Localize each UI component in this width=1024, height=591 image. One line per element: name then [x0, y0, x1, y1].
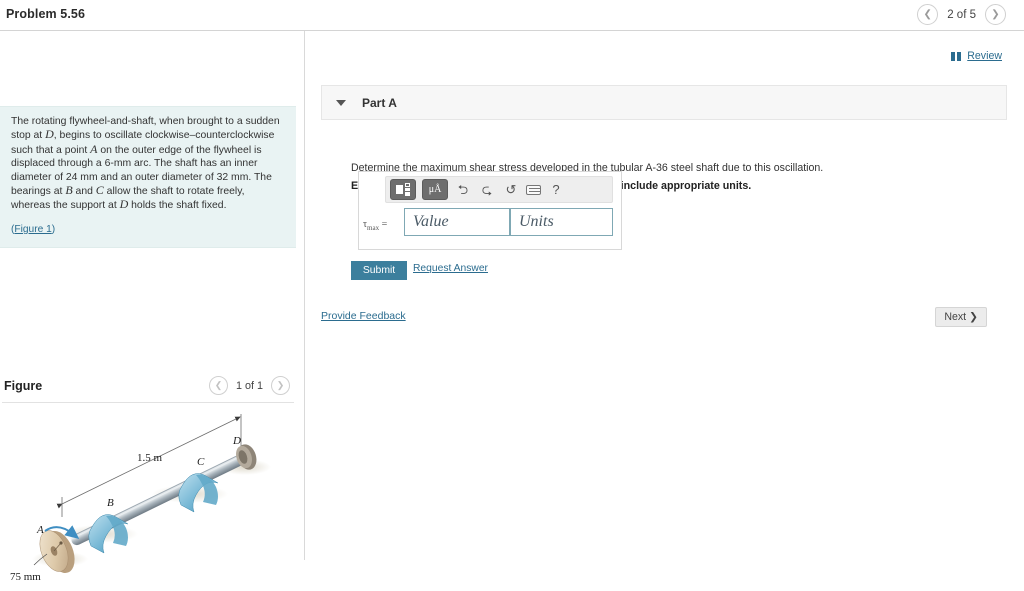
- tau-subscript: max: [367, 224, 380, 232]
- figure-dimension-radius: 75 mm: [10, 571, 41, 583]
- figure-divider: [2, 402, 294, 403]
- figure-image: 1.5 m D C B 75 mm A: [10, 414, 271, 583]
- previous-problem-button[interactable]: ❮: [917, 4, 939, 25]
- chevron-right-icon: ❯: [969, 311, 978, 323]
- next-figure-button[interactable]: ❯: [271, 376, 290, 395]
- right-panel: Review Part A Determine the maximum shea…: [306, 31, 1024, 560]
- next-problem-button[interactable]: ❯: [985, 4, 1006, 25]
- undo-arrow-icon[interactable]: ⮌: [454, 183, 472, 196]
- book-icon: [951, 51, 962, 61]
- value-input[interactable]: Value: [404, 208, 510, 236]
- figure-label-b: B: [107, 497, 114, 509]
- figure-counter: 1 of 1: [235, 379, 263, 392]
- submit-button[interactable]: Submit: [351, 261, 407, 280]
- problem-counter: 2 of 5: [947, 8, 976, 21]
- equation-label: τmax =: [363, 219, 387, 232]
- problem-navigation: ❮ 2 of 5 ❯: [917, 4, 1006, 25]
- figure-link-wrap: (Figure 1): [11, 224, 286, 235]
- left-panel: The rotating flywheel-and-shaft, when br…: [0, 31, 305, 583]
- request-answer-link[interactable]: Request Answer: [413, 263, 488, 274]
- statement-var-d2: D: [119, 197, 129, 212]
- answer-entry-panel: μÅ ⮌ ⮎ ↺ ? τmax = Value Units: [358, 171, 622, 250]
- symbols-button[interactable]: μÅ: [422, 179, 448, 200]
- answer-toolbar: μÅ ⮌ ⮎ ↺ ?: [385, 176, 613, 203]
- provide-feedback-link[interactable]: Provide Feedback: [321, 310, 406, 322]
- statement-seg-6: holds the shaft fixed.: [128, 200, 227, 212]
- next-part-button[interactable]: Next ❯: [935, 307, 987, 327]
- figure-label-c: C: [197, 456, 205, 468]
- caret-down-icon[interactable]: [336, 99, 346, 106]
- equals-sign: =: [381, 219, 388, 230]
- paren-close: ): [51, 223, 56, 235]
- figure-label-d: D: [232, 435, 241, 447]
- previous-figure-button[interactable]: ❮: [208, 376, 228, 395]
- figure-header: Figure ❮ 1 of 1 ❯: [0, 374, 296, 404]
- top-bar: Problem 5.56 ❮ 2 of 5 ❯: [0, 0, 1024, 31]
- problem-statement-text: The rotating flywheel-and-shaft, when br…: [11, 115, 286, 213]
- statement-var-d1: D: [45, 127, 54, 142]
- review-link-wrap[interactable]: Review: [951, 50, 1002, 62]
- figure-label-a: A: [36, 524, 44, 536]
- figure-1-link[interactable]: Figure 1: [14, 224, 51, 235]
- statement-var-b: B: [65, 183, 73, 198]
- redo-arrow-icon[interactable]: ⮎: [478, 183, 496, 196]
- math-template-icon[interactable]: [390, 179, 416, 200]
- figure-navigation: ❮ 1 of 1 ❯: [208, 376, 290, 395]
- page-title: Problem 5.56: [6, 7, 86, 21]
- statement-var-c: C: [95, 183, 104, 198]
- units-input[interactable]: Units: [510, 208, 613, 236]
- figure-heading: Figure: [4, 379, 43, 393]
- figure-dimension-length: 1.5 m: [137, 452, 163, 464]
- part-a-header[interactable]: Part A: [321, 85, 1007, 120]
- problem-statement: The rotating flywheel-and-shaft, when br…: [0, 106, 296, 248]
- statement-seg-4: and: [72, 186, 96, 198]
- reset-circular-arrow-icon[interactable]: ↺: [502, 183, 520, 196]
- question-mark-icon[interactable]: ?: [547, 183, 565, 196]
- keyboard-icon[interactable]: [526, 184, 541, 195]
- review-link[interactable]: Review: [967, 50, 1002, 62]
- part-a-title: Part A: [362, 95, 397, 110]
- next-label: Next: [944, 311, 967, 323]
